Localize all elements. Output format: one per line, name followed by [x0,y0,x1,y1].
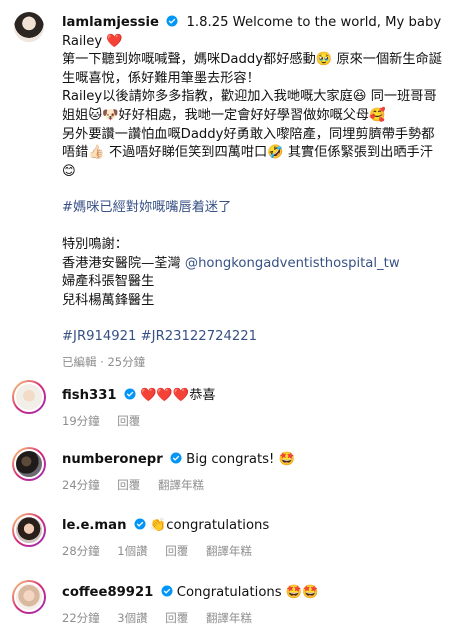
caption-line-7: 唔錯👍🏻 不過唔好睇佢笑到四萬咁口🤣 其實佢係緊張到出晒手汗 [62,145,433,161]
comment-avatar-numberonepr[interactable] [12,447,46,481]
reply-button[interactable]: 回覆 [117,414,140,428]
comment-avatar-fish331[interactable] [12,380,46,414]
comment-time: 22分鐘 [62,611,100,625]
comment-text: Congratulations 🤩🤩 [176,585,319,600]
caption-line-6: 另外要讚一讚怕血嘅Daddy好勇敢入嚟陪產，同埋剪臍帶手勢都 [62,126,435,142]
comment-likes[interactable]: 3個讚 [117,611,147,625]
translate-button[interactable]: 翻譯年糕 [206,544,252,558]
verified-icon [124,388,136,400]
comment-time: 19分鐘 [62,414,100,428]
avatar-photo [14,382,44,412]
post-caption: lamlamjessie 1.8.25 Welcome to the world… [62,14,462,372]
comment-text: ❤️❤️❤️恭喜 [139,388,216,403]
verified-icon [166,15,178,27]
caption-line-5: 姐姐🐱🐶好好相處，我哋一定會好好學習做妳嘅父母🥰 [62,107,386,123]
comment-text: Big congrats! 🤩 [186,452,295,467]
comment-item: numberonepr Big congrats! 🤩 24分鐘 回覆 翻譯年糕 [62,452,295,493]
comment-item: fish331 ❤️❤️❤️恭喜 19分鐘 回覆 [62,384,216,429]
comment-username[interactable]: fish331 [62,388,117,403]
post-avatar[interactable] [14,12,44,42]
thanks-hospital: 香港港安醫院—荃灣 [62,255,185,271]
comment-likes[interactable]: 1個讚 [117,544,147,558]
avatar-photo [14,515,44,545]
post-username[interactable]: lamlamjessie [62,15,159,30]
translate-button[interactable]: 翻譯年糕 [158,478,204,492]
thanks-pediatrician: 兒科楊萬鋒醫生 [62,292,155,308]
tags-link[interactable]: #JR914921 #JR23122724221 [62,328,462,347]
comment-username[interactable]: coffee89921 [62,585,153,600]
comment-username[interactable]: numberonepr [62,452,163,467]
caption-line-2: 第一下聽到妳嘅喊聲，媽咪Daddy都好感動🥹 原來一個新生命誕 [62,52,442,68]
comment-avatar-le-e-man[interactable] [12,513,46,547]
translate-button[interactable]: 翻譯年糕 [206,611,252,625]
reply-button[interactable]: 回覆 [165,611,188,625]
caption-line-3: 生嘅喜悅，係好難用筆墨去形容！ [62,70,260,86]
thanks-obstetrician: 婦產科張智醫生 [62,274,155,290]
verified-icon [161,585,173,597]
avatar-photo [14,449,44,479]
avatar-photo [14,12,44,42]
reply-button[interactable]: 回覆 [165,544,188,558]
comment-item: coffee89921 Congratulations 🤩🤩 22分鐘 3個讚 … [62,585,319,626]
comment-item: le.e.man 👏congratulations 28分鐘 1個讚 回覆 翻譯… [62,518,269,559]
avatar-photo [14,582,44,612]
comment-text: 👏congratulations [149,518,270,533]
comment-time: 28分鐘 [62,544,100,558]
comment-username[interactable]: le.e.man [62,518,126,533]
hospital-mention-link[interactable]: @hongkongadventisthospital_tw [185,256,400,271]
reply-button[interactable]: 回覆 [117,478,140,492]
verified-icon [134,518,146,530]
comment-avatar-coffee89921[interactable] [12,580,46,614]
thanks-title: 特別鳴謝： [62,236,128,252]
comment-time: 24分鐘 [62,478,100,492]
post-meta: 已編輯 · 25分鐘 [62,354,146,369]
caption-line-8: 😊 [62,163,76,179]
verified-icon [170,452,182,464]
hashtag-link[interactable]: #媽咪已經對妳嘅嘴唇着迷了 [62,199,462,218]
caption-line-4: Railey以後請妳多多指教，歡迎加入我哋嘅大家庭😆 同一班哥哥 [62,89,437,105]
